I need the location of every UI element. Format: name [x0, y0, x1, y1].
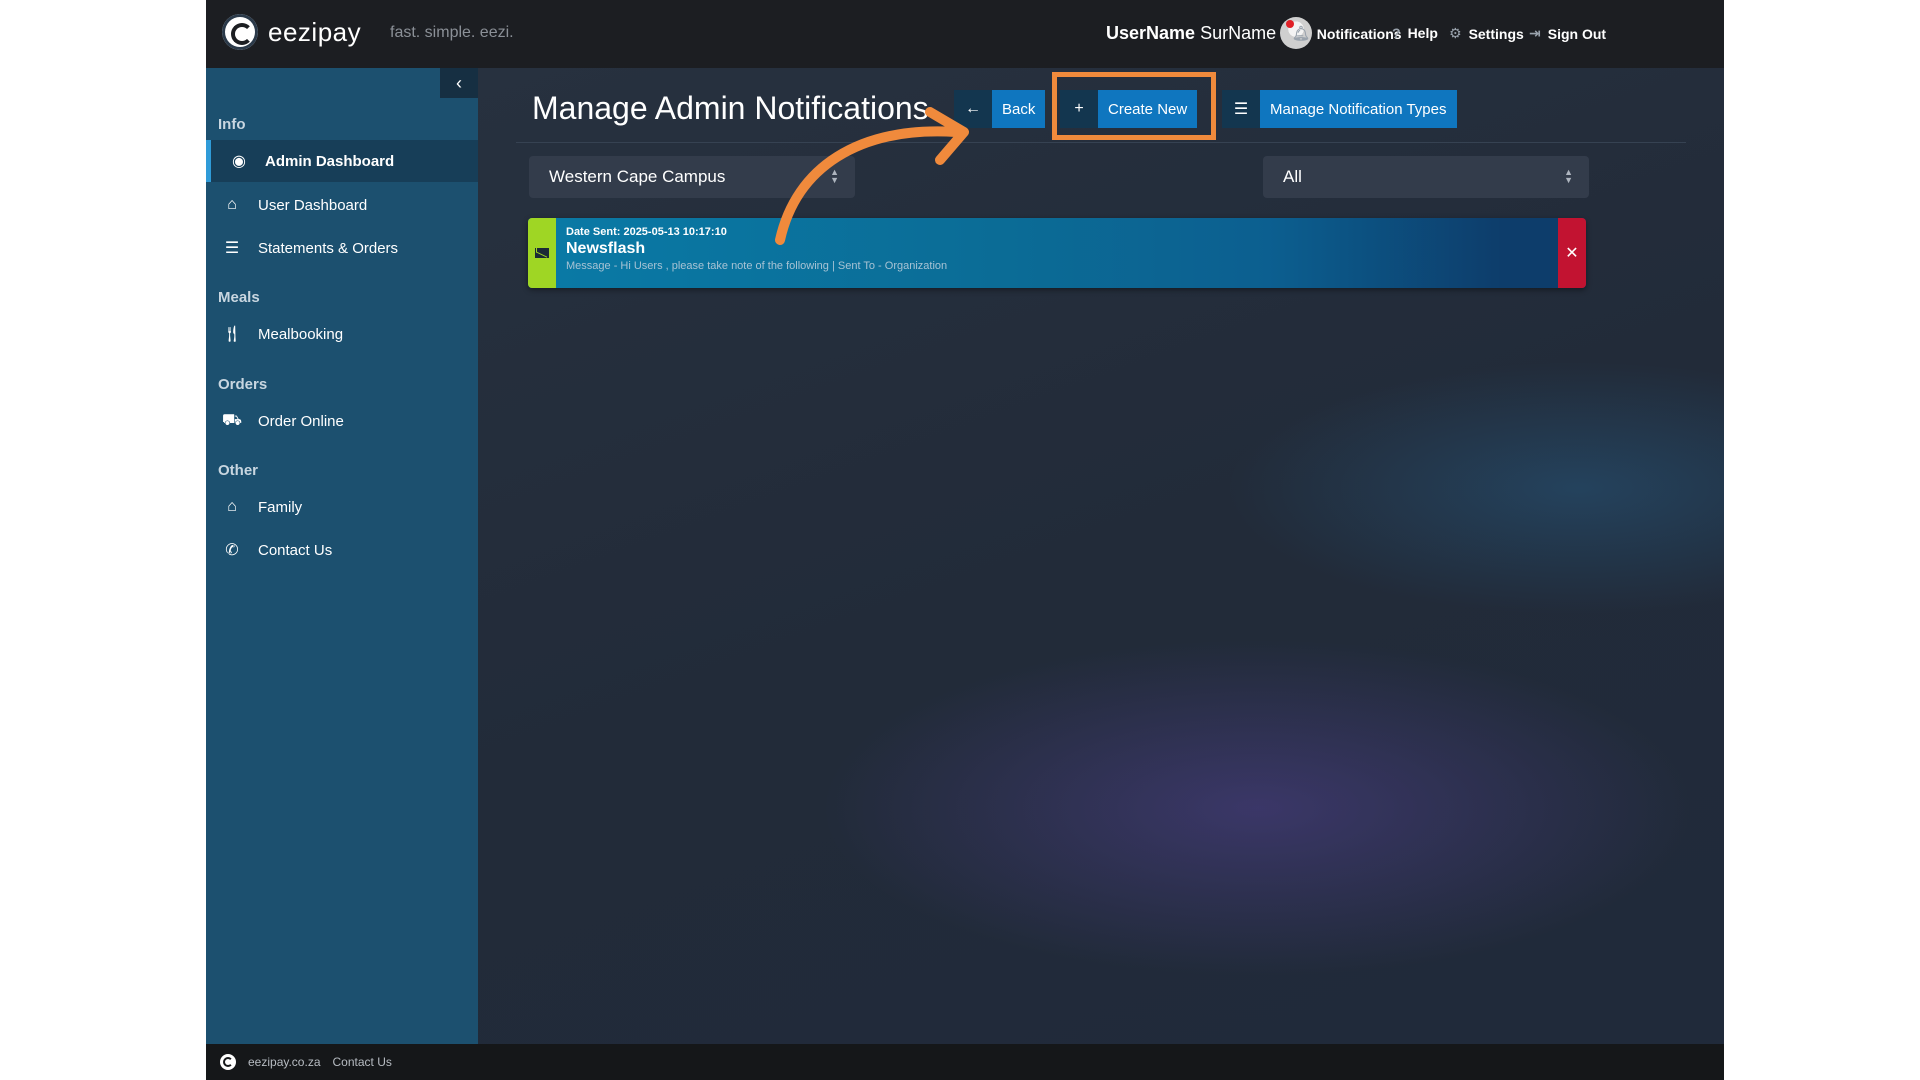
sidebar-item-admin-dashboard[interactable]: ◉ Admin Dashboard [206, 140, 483, 182]
tagline: fast. simple. eezi. [390, 24, 514, 41]
section-orders: Orders [218, 376, 268, 393]
sort-arrows-icon: ▲ ▼ [830, 167, 839, 185]
sidebar-item-label: Family [258, 498, 303, 516]
sidebar-item-statements-orders[interactable]: ☰ Statements & Orders [206, 227, 478, 269]
campus-select[interactable]: Western Cape Campus ▲ ▼ [529, 156, 855, 198]
back-button[interactable]: ← Back [954, 90, 1046, 128]
page-title: Manage Admin Notifications [532, 90, 929, 126]
sidebar-item-label: User Dashboard [258, 196, 368, 214]
basket-icon: ⛟ [221, 412, 243, 429]
notification-date: Date Sent: 2025-05-13 10:17:10 [566, 226, 727, 238]
sidebar-item-order-online[interactable]: ⛟ Order Online [206, 400, 478, 442]
home-icon: ⌂ [227, 196, 237, 213]
user-name[interactable]: UserName SurName [1106, 23, 1276, 44]
settings-label: Settings [1468, 25, 1524, 42]
sign-out-icon: ⇥ [1529, 25, 1541, 41]
sidebar-item-label: Statements & Orders [258, 239, 399, 257]
main-content: Manage Admin Notifications ← Back + Crea… [478, 68, 1724, 1044]
notification-dot [1286, 20, 1294, 28]
back-button-label: Back [992, 90, 1046, 128]
bell-icon: 🔔︎ [1286, 20, 1310, 42]
type-select-value: All [1283, 167, 1302, 186]
footer-logo-icon [220, 1054, 236, 1070]
title-divider [516, 142, 1686, 143]
phone-icon: ✆ [225, 542, 239, 559]
cutlery-icon: 🍴︎ [221, 326, 243, 343]
sidebar-item-label: Mealbooking [258, 325, 344, 343]
sidebar-item-mealbooking[interactable]: 🍴︎ Mealbooking [206, 313, 478, 355]
type-select[interactable]: All ▲ ▼ [1263, 156, 1589, 198]
notifications-label: Notifications [1316, 25, 1402, 42]
sidebar-item-label: Admin Dashboard [265, 152, 395, 170]
section-meals: Meals [218, 289, 260, 306]
family-icon: ⌂ [227, 498, 237, 515]
app-window: eezipay fast. simple. eezi. UserName Sur… [206, 0, 1724, 1080]
sign-out-link[interactable]: ⇥ Sign Out [1529, 25, 1606, 42]
logo-text: eezipay [268, 16, 362, 47]
manage-types-label: Manage Notification Types [1260, 90, 1457, 128]
footer: eezipay.co.za Contact Us [206, 1044, 1724, 1080]
settings-link[interactable]: ⚙ Settings [1449, 25, 1524, 42]
footer-site-link[interactable]: eezipay.co.za [248, 1055, 321, 1069]
sort-arrows-icon: ▲ ▼ [1564, 167, 1573, 185]
sidebar-item-label: Order Online [258, 412, 344, 430]
logo[interactable]: eezipay [222, 14, 361, 50]
notification-type-strip [528, 218, 556, 288]
close-icon[interactable]: ✕ [1558, 218, 1586, 288]
campus-select-value: Western Cape Campus [549, 167, 726, 186]
list-icon: ☰ [1222, 90, 1260, 128]
sidebar: ‹ Info ◉ Admin Dashboard ⌂ User Dashboar… [206, 68, 483, 1044]
dashboard-icon: ◉ [232, 153, 246, 170]
manage-notification-types-button[interactable]: ☰ Manage Notification Types [1222, 90, 1457, 128]
user-first-name: UserName [1106, 23, 1196, 43]
sidebar-item-label: Contact Us [258, 541, 333, 559]
envelope-icon [535, 248, 549, 258]
sidebar-item-family[interactable]: ⌂ Family [206, 486, 478, 528]
logo-icon [222, 14, 258, 50]
list-icon: ☰ [224, 240, 240, 257]
notification-card[interactable]: Date Sent: 2025-05-13 10:17:10 Newsflash… [528, 218, 1586, 288]
help-icon: ? [1392, 25, 1401, 41]
sidebar-item-contact-us[interactable]: ✆ Contact Us [206, 529, 478, 571]
arrow-left-icon: ← [954, 90, 992, 128]
notification-title: Newsflash [566, 240, 646, 257]
gear-icon: ⚙ [1449, 25, 1462, 41]
notification-message: Message - Hi Users , please take note of… [566, 260, 948, 272]
section-info: Info [218, 116, 246, 133]
highlight-box [1052, 72, 1216, 140]
sign-out-label: Sign Out [1547, 25, 1607, 42]
user-last-name: SurName [1200, 23, 1277, 43]
notifications-link[interactable]: 🔔︎ Notifications [1286, 20, 1402, 42]
section-other: Other [218, 462, 259, 479]
help-label: Help [1407, 25, 1438, 41]
top-bar: eezipay fast. simple. eezi. UserName Sur… [206, 0, 1724, 68]
sidebar-item-user-dashboard[interactable]: ⌂ User Dashboard [206, 184, 478, 226]
footer-contact-link[interactable]: Contact Us [333, 1055, 392, 1069]
help-link[interactable]: ? Help [1392, 25, 1438, 41]
chevron-left-icon[interactable]: ‹ [440, 68, 478, 98]
